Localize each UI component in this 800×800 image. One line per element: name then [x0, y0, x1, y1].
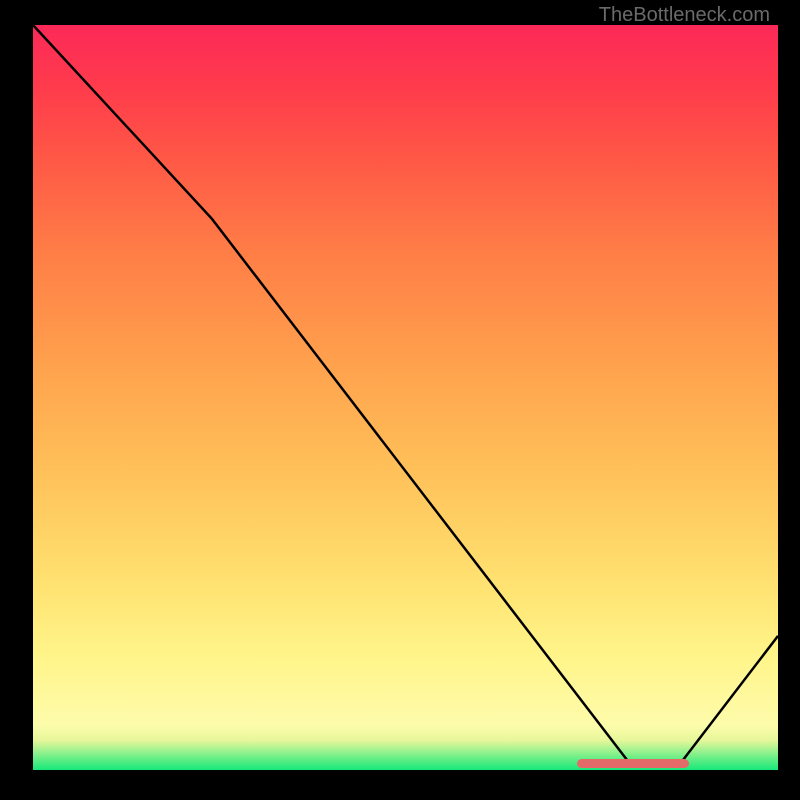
plot-area	[33, 25, 778, 770]
chart-frame: TheBottleneck.com	[0, 0, 800, 800]
highlight-bar	[577, 759, 689, 768]
watermark-text: TheBottleneck.com	[599, 4, 770, 27]
bottleneck-curve	[33, 25, 778, 763]
curve-layer	[33, 25, 778, 770]
